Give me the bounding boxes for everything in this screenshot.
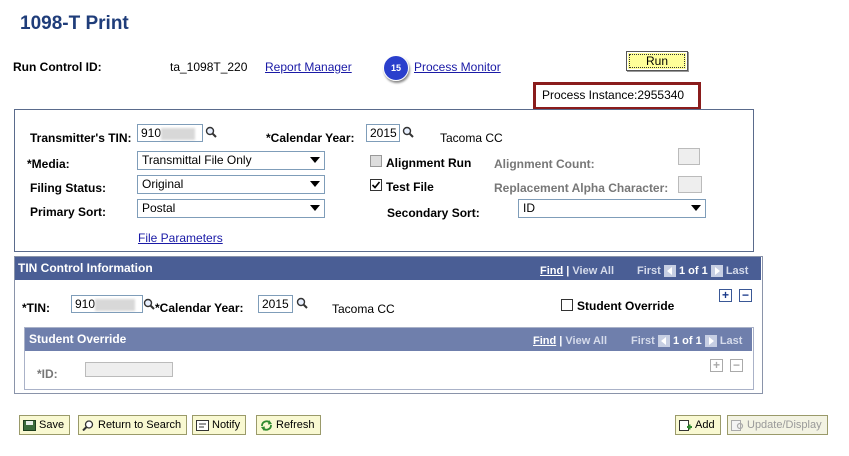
pager-text: 1 of 1 [678,265,708,277]
student-override-label: Student Override [577,299,675,313]
search-icon[interactable] [402,126,414,138]
chevron-down-icon [310,181,320,187]
delete-row-button: − [730,359,743,372]
secondary-sort-label: Secondary Sort: [387,206,480,220]
primary-sort-label: Primary Sort: [30,205,107,219]
calendar-year-label: *Calendar Year: [266,131,355,145]
student-override-header-bar: Student Override Find | View All First 1… [25,328,752,351]
student-id-input [85,362,173,377]
return-to-search-button[interactable]: Return to Search [78,415,188,435]
run-control-label: Run Control ID: [13,60,102,74]
find-link[interactable]: Find [540,265,563,277]
search-icon[interactable] [143,298,155,310]
refresh-button[interactable]: Refresh [256,415,321,435]
primary-sort-select[interactable]: Postal [137,199,325,218]
media-label: *Media: [27,157,70,171]
tin-institution-name: Tacoma CC [332,302,395,316]
secondary-sort-select[interactable]: ID [518,199,706,218]
process-count-badge: 15 [383,55,409,81]
separator: | [566,265,570,277]
media-select[interactable]: Transmittal File Only [137,151,325,170]
save-label: Save [39,419,65,431]
secondary-sort-select-value: ID [523,201,535,215]
add-row-button[interactable]: + [719,289,732,302]
tin-control-header-bar: TIN Control Information Find | View All … [15,257,761,280]
alignment-run-checkbox[interactable] [370,155,382,167]
notify-icon [196,419,209,431]
update-display-label: Update/Display [747,419,822,431]
update-display-icon [731,419,744,431]
return-to-search-label: Return to Search [98,419,182,431]
test-file-label: Test File [386,180,434,194]
notify-label: Notify [212,419,241,431]
tin-calendar-year-label: *Calendar Year: [155,301,244,315]
add-row-button: + [710,359,723,372]
last-link[interactable]: Last [720,335,743,347]
tin-control-title: TIN Control Information [18,261,153,275]
save-button[interactable]: Save [19,415,71,435]
student-override-title: Student Override [29,332,127,346]
view-all-link[interactable]: View All [565,335,607,347]
redacted-block [95,298,136,311]
calendar-year-input[interactable]: 2015 [366,124,400,142]
chevron-down-icon [310,157,320,163]
checkmark-icon [371,181,381,189]
page-title: 1098-T Print [20,13,129,34]
replacement-alpha-label: Replacement Alpha Character: [494,181,669,195]
run-control-value: ta_1098T_220 [170,60,248,74]
next-arrow-icon[interactable] [710,265,723,278]
refresh-icon [261,419,272,431]
replacement-alpha-input [678,176,702,193]
redacted-block [161,127,196,140]
chevron-down-icon [691,205,701,211]
last-link[interactable]: Last [726,265,749,277]
file-parameters-link[interactable]: File Parameters [138,231,223,245]
process-instance-text: Process Instance:2955340 [542,88,685,102]
student-id-label: *ID: [37,367,58,381]
update-display-button[interactable]: Update/Display [727,415,828,435]
transmitter-tin-label: Transmitter's TIN: [30,131,132,145]
first-link[interactable]: First [631,335,655,347]
tin-value: 910 [75,297,96,311]
next-arrow-icon[interactable] [704,335,717,348]
search-icon[interactable] [296,297,308,309]
filing-status-label: Filing Status: [30,181,106,195]
search-icon [82,419,94,431]
run-button[interactable]: Run [626,51,688,71]
add-icon [679,419,692,431]
filing-status-select[interactable]: Original [137,175,325,194]
alignment-count-label: Alignment Count: [494,157,595,171]
previous-arrow-icon[interactable] [657,335,670,348]
alignment-count-input [678,148,700,165]
process-monitor-link[interactable]: Process Monitor [414,60,501,74]
chevron-down-icon [310,205,320,211]
report-manager-link[interactable]: Report Manager [265,60,352,74]
add-label: Add [695,419,715,431]
previous-arrow-icon[interactable] [663,265,676,278]
test-file-checkbox[interactable] [370,179,382,191]
add-button[interactable]: Add [675,415,721,435]
pager-text: 1 of 1 [672,335,702,347]
tin-label: *TIN: [22,301,50,315]
tin-input[interactable]: 910 [71,295,143,313]
notify-button[interactable]: Notify [192,415,247,435]
tin-calendar-year-input[interactable]: 2015 [258,295,293,313]
institution-name: Tacoma CC [440,131,503,145]
save-icon [23,419,36,431]
media-select-value: Transmittal File Only [142,153,252,167]
view-all-link[interactable]: View All [572,265,614,277]
alignment-run-label: Alignment Run [386,156,472,170]
student-override-checkbox[interactable] [561,299,573,311]
filing-status-select-value: Original [142,177,184,191]
delete-row-button[interactable]: − [739,289,752,302]
primary-sort-select-value: Postal [142,201,176,215]
find-link[interactable]: Find [533,335,556,347]
refresh-label: Refresh [276,419,315,431]
separator: | [559,335,563,347]
search-icon[interactable] [205,126,217,138]
transmitter-tin-value: 910 [141,126,162,140]
first-link[interactable]: First [637,265,661,277]
transmitter-tin-input[interactable]: 910 [137,124,203,142]
